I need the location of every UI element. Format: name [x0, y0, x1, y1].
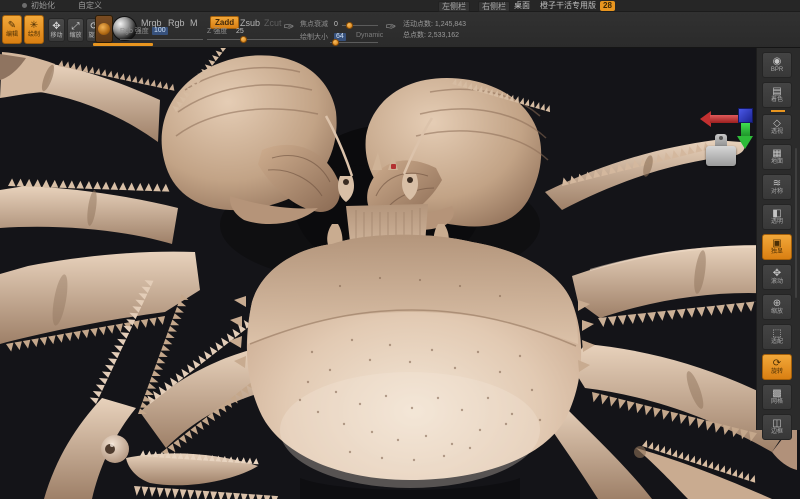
- move-mode-button[interactable]: ✥ 移动: [48, 18, 65, 42]
- shelf-button-persp[interactable]: ◇透视: [762, 114, 792, 140]
- menu-button-left-tray[interactable]: 左侧栏: [438, 1, 470, 12]
- camera-view-widget[interactable]: [702, 134, 742, 168]
- zbrush-window: 初始化 自定义 左侧栏 右侧栏 桌面 橙子干活专用版 28 ✎ 编辑 ✳ 绘制 …: [0, 0, 800, 499]
- shelf-button-rotate-nav[interactable]: ⟳旋转: [762, 354, 792, 380]
- shelf-active-dash: [771, 110, 785, 112]
- shelf-button-floor[interactable]: ▦地面: [762, 144, 792, 170]
- solo-icon: ▣: [772, 238, 781, 249]
- shelf-button-solo[interactable]: ▣独显: [762, 234, 792, 260]
- menu-bar: 初始化 自定义 左侧栏 右侧栏 桌面 橙子干活专用版 28: [0, 0, 800, 12]
- camera-knob-icon: [719, 136, 723, 140]
- rgb-intensity-label: Rgb 强度: [120, 28, 149, 36]
- z-intensity-value[interactable]: 25: [236, 28, 244, 36]
- edit-mode-button[interactable]: ✎ 编辑: [2, 15, 22, 44]
- sculpt-viewport[interactable]: [0, 48, 800, 499]
- floor-grid-icon: ▦: [772, 148, 781, 159]
- shelf-button-symmetry[interactable]: ≋对称: [762, 174, 792, 200]
- shelf-button-frame[interactable]: ⬚适配: [762, 324, 792, 350]
- menu-item-custom[interactable]: 自定义: [78, 1, 102, 11]
- shelf-button-polyframe[interactable]: ▩网格: [762, 384, 792, 410]
- y-axis-bar: [741, 123, 750, 137]
- scale-icon: ⤢: [72, 22, 80, 32]
- app-title: 橙子干活专用版: [540, 1, 596, 11]
- total-points-stat: 总点数: 2,533,162: [403, 31, 459, 40]
- bpr-render-icon: ◉: [773, 56, 782, 67]
- zcut-toggle[interactable]: Zcut: [264, 18, 282, 28]
- move-icon: ✥: [52, 22, 60, 32]
- scale-mode-button[interactable]: ⤢ 缩放: [67, 18, 84, 42]
- brush-thumbnail-icon: [98, 23, 110, 35]
- menu-button-right-tray[interactable]: 右侧栏: [478, 1, 510, 12]
- draw-size-label: 绘制大小: [300, 34, 328, 42]
- rgb-intensity-slider[interactable]: [120, 39, 203, 40]
- shelf-button-border[interactable]: ◫边框: [762, 414, 792, 440]
- focal-shift-value[interactable]: 0: [334, 21, 338, 29]
- menu-item-init[interactable]: 初始化: [31, 1, 55, 11]
- focal-shift-knob[interactable]: [346, 22, 353, 29]
- border-icon: ◫: [772, 418, 781, 429]
- gizmo-cube-icon: [738, 108, 753, 123]
- poly-stats-icon: ✑: [384, 18, 398, 36]
- rotate-nav-icon: ⟳: [773, 358, 781, 369]
- m-toggle[interactable]: M: [190, 18, 198, 28]
- symmetry-icon: ≋: [773, 178, 781, 189]
- shelf-button-bpr[interactable]: ◉BPR: [762, 52, 792, 78]
- dynamic-toggle[interactable]: Dynamic: [356, 32, 383, 40]
- shelf-button-scroll[interactable]: ✥滚动: [762, 264, 792, 290]
- rgb-toggle[interactable]: Rgb: [168, 18, 185, 28]
- x-axis-bar: [710, 115, 738, 123]
- z-intensity-label: Z 强度: [207, 28, 227, 36]
- draw-star-icon: ✳: [30, 21, 38, 31]
- z-intensity-slider[interactable]: [207, 39, 300, 40]
- polyframe-icon: ▩: [772, 388, 781, 399]
- draw-size-knob[interactable]: [332, 39, 339, 46]
- draw-mode-button[interactable]: ✳ 绘制: [24, 15, 44, 44]
- version-badge: 28: [600, 1, 615, 11]
- shelf-scrollbar[interactable]: [795, 148, 797, 298]
- crab-model[interactable]: [0, 48, 800, 499]
- current-brush-button[interactable]: [95, 15, 113, 43]
- shelf-button-zoom[interactable]: ⊕缩放: [762, 294, 792, 320]
- symmetry-marker: [391, 164, 396, 169]
- menu-item-desktop[interactable]: 桌面: [514, 1, 530, 11]
- zsub-toggle[interactable]: Zsub: [240, 18, 260, 28]
- menu-bullet-icon: [22, 3, 27, 8]
- draw-size-slider[interactable]: [330, 42, 378, 43]
- focal-shift-label: 焦点衰减: [300, 21, 328, 29]
- scroll-icon: ✥: [773, 268, 781, 279]
- shelf-button-shaded[interactable]: ▤着色: [762, 82, 792, 108]
- right-shelf: ◉BPR ▤着色 ◇透视 ▦地面 ≋对称 ◧透明 ▣独显 ✥滚动 ⊕缩放 ⬚适配…: [756, 48, 800, 430]
- rgb-intensity-value[interactable]: 100: [152, 27, 168, 35]
- shaded-mode-icon: ▤: [772, 86, 781, 97]
- perspective-icon: ◇: [773, 118, 781, 129]
- top-shelf: ✎ 编辑 ✳ 绘制 ✥ 移动 ⤢ 缩放 ⟳ 旋转 Mrgb Rgb M Rgb …: [0, 12, 800, 48]
- z-intensity-knob[interactable]: [240, 36, 247, 43]
- pencil-icon: ✎: [8, 21, 16, 31]
- active-brush-underline: [93, 43, 153, 46]
- active-points-stat: 活动点数: 1,245,843: [403, 20, 466, 29]
- frame-fit-icon: ⬚: [772, 328, 781, 339]
- shelf-button-transparent[interactable]: ◧透明: [762, 204, 792, 230]
- transparent-icon: ◧: [772, 208, 781, 219]
- camera-body-icon: [706, 146, 736, 166]
- focal-shift-slider[interactable]: [342, 25, 378, 26]
- zoom-icon: ⊕: [773, 298, 781, 309]
- brush-cursor-icon: ✑: [282, 18, 296, 36]
